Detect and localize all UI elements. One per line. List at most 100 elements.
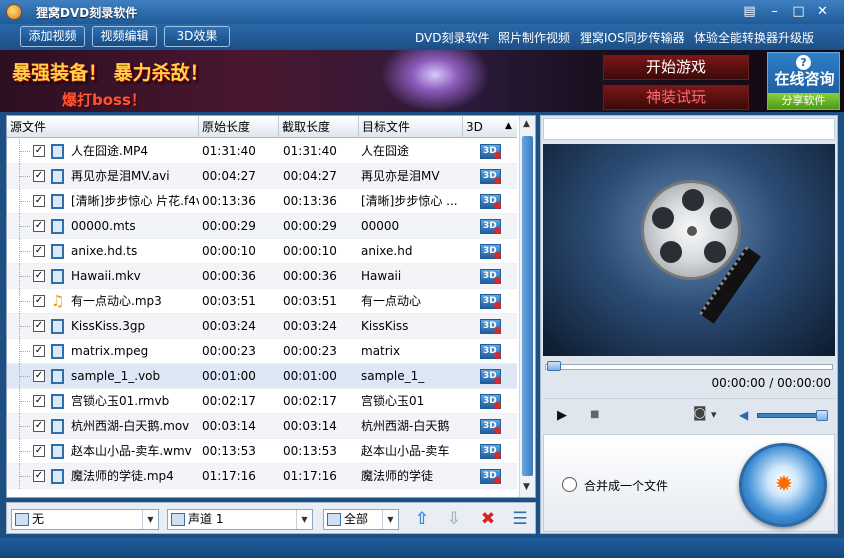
3d-settings-icon[interactable]: 3D [480,244,501,259]
seek-track[interactable] [545,364,833,370]
move-up-icon[interactable]: ⇧ [411,509,433,530]
original-length: 00:04:27 [202,169,256,183]
clear-list-icon[interactable]: ☰ [509,509,531,530]
source-file-name: 00000.mts [71,219,136,233]
share-software-button[interactable]: 分享软件 [768,93,839,109]
row-checkbox[interactable]: ✓ [33,195,45,207]
volume-slider[interactable] [757,410,828,421]
3d-settings-icon[interactable]: 3D [480,219,501,234]
scroll-down-icon[interactable]: ▼ [523,482,530,492]
3d-settings-icon[interactable]: 3D [480,394,501,409]
table-row[interactable]: ✓ 再见亦是泪MV.avi 00:04:27 00:04:27 再见亦是泪MV 3D [7,164,517,189]
row-checkbox[interactable]: ✓ [33,445,45,457]
target-file-name: 再见亦是泪MV [361,169,440,183]
row-checkbox[interactable]: ✓ [33,170,45,182]
row-checkbox[interactable]: ✓ [33,370,45,382]
scroll-up-icon[interactable]: ▲ [523,119,530,129]
stop-icon[interactable]: ■ [590,409,599,420]
table-row[interactable]: ✓ Hawaii.mkv 00:00:36 00:00:36 Hawaii 3D [7,264,517,289]
3d-settings-icon[interactable]: 3D [480,169,501,184]
3d-settings-icon[interactable]: 3D [480,294,501,309]
volume-icon[interactable]: ◀ [739,408,748,422]
row-checkbox[interactable]: ✓ [33,470,45,482]
row-checkbox[interactable]: ✓ [33,220,45,232]
3d-settings-icon[interactable]: 3D [480,319,501,334]
row-checkbox[interactable]: ✓ [33,145,45,157]
cut-length: 00:00:29 [283,219,337,233]
link-ios-sync[interactable]: 狸窝IOS同步传输器 [580,29,685,46]
chevron-down-icon: ▼ [296,510,312,529]
target-file-name: anixe.hd [361,244,413,258]
row-checkbox[interactable]: ✓ [33,320,45,332]
source-file-name: 有一点动心.mp3 [71,294,162,308]
table-row[interactable]: ✓ [清晰]步步惊心 片花.f4v 00:13:36 00:13:36 [清晰]步步惊心… [7,189,517,214]
online-consult-button[interactable]: ? 在线咨询 分享软件 [767,52,840,110]
3d-settings-icon[interactable]: 3D [480,469,501,484]
3d-settings-icon[interactable]: 3D [480,344,501,359]
link-converter-upgrade[interactable]: 体验全能转换器升级版 [694,29,814,46]
3d-settings-icon[interactable]: 3D [480,269,501,284]
table-row[interactable]: ✓ 人在囧途.MP4 01:31:40 01:31:40 人在囧途 3D [7,139,517,164]
row-checkbox[interactable]: ✓ [33,395,45,407]
add-video-button[interactable]: 添加视频 [20,26,85,47]
3d-settings-icon[interactable]: 3D [480,144,501,159]
target-file-name: 有一点动心 [361,294,422,308]
video-preview[interactable] [543,144,835,356]
merge-checkbox[interactable] [562,477,577,492]
maximize-button[interactable]: □ [789,3,808,20]
link-dvd-burner[interactable]: DVD刻录软件 [415,29,489,46]
filter-value: 全部 [344,512,369,526]
move-down-icon[interactable]: ⇩ [443,509,465,530]
start-game-button[interactable]: 开始游戏 [603,55,749,80]
table-row[interactable]: ✓ anixe.hd.ts 00:00:10 00:00:10 anixe.hd 3D [7,239,517,264]
burn-button[interactable]: ✹ [739,443,827,527]
row-checkbox[interactable]: ✓ [33,345,45,357]
column-source-file[interactable]: 源文件 [7,116,199,138]
table-row[interactable]: ✓ 宫锁心玉01.rmvb 00:02:17 00:02:17 宫锁心玉01 3D [7,389,517,414]
video-edit-button[interactable]: 视频编辑 [92,26,157,47]
banner-tagline: 暴强装备！ 暴力杀敌！ [12,62,209,84]
minimize-button[interactable]: – [765,3,784,20]
vertical-scrollbar[interactable]: ▲ ▼ [519,116,535,497]
filter-select[interactable]: 全部 ▼ [323,509,399,530]
table-row[interactable]: ✓ matrix.mpeg 00:00:23 00:00:23 matrix 3D [7,339,517,364]
subtitle-select[interactable]: 无 ▼ [11,509,159,530]
row-checkbox[interactable]: ✓ [33,420,45,432]
table-row[interactable]: ✓ 00000.mts 00:00:29 00:00:29 00000 3D [7,214,517,239]
3d-settings-icon[interactable]: 3D [480,194,501,209]
subtitle-value: 无 [32,512,45,526]
table-row[interactable]: ✓ 赵本山小品-卖车.wmv 00:13:53 00:13:53 赵本山小品-卖车 3D [7,439,517,464]
table-row[interactable]: ✓ 魔法师的学徒.mp4 01:17:16 01:17:16 魔法师的学徒 3D [7,464,517,489]
row-checkbox[interactable]: ✓ [33,245,45,257]
table-row[interactable]: ✓ 杭州西湖-白天鹅.mov 00:03:14 00:03:14 杭州西湖-白天鹅 3D [7,414,517,439]
column-target-file[interactable]: 目标文件 [359,116,463,138]
table-row[interactable]: ✓ ♫ 有一点动心.mp3 00:03:51 00:03:51 有一点动心 3D [7,289,517,314]
snapshot-menu-icon[interactable]: ▾ [711,408,717,421]
close-button[interactable]: ✕ [813,3,832,20]
play-icon[interactable]: ▶ [557,408,567,423]
volume-handle[interactable] [816,410,828,421]
seek-bar[interactable] [545,360,835,374]
source-file-name: 魔法师的学徒.mp4 [71,469,174,483]
table-row[interactable]: ✓ KissKiss.3gp 00:03:24 00:03:24 KissKiss 3D [7,314,517,339]
delete-icon[interactable]: ✖ [477,509,499,530]
original-length: 00:00:36 [202,269,256,283]
gear-trial-button[interactable]: 神装试玩 [603,85,749,110]
3d-settings-icon[interactable]: 3D [480,419,501,434]
row-checkbox[interactable]: ✓ [33,270,45,282]
column-original-length[interactable]: 原始长度 [199,116,279,138]
row-checkbox[interactable]: ✓ [33,295,45,307]
ad-banner[interactable]: 暴强装备！ 暴力杀敌！ 爆打boss！ 开始游戏 神装试玩 [0,50,844,112]
scroll-thumb[interactable] [522,136,533,476]
video-file-icon [51,469,64,484]
seek-handle[interactable] [547,361,561,371]
column-cut-length[interactable]: 截取长度 [279,116,359,138]
3d-settings-icon[interactable]: 3D [480,444,501,459]
audio-track-select[interactable]: 声道 1 ▼ [167,509,313,530]
skin-button[interactable]: ▤ [740,3,759,20]
link-photo-video[interactable]: 照片制作视频 [498,29,570,46]
snapshot-icon[interactable]: ◙ [693,405,707,421]
table-row[interactable]: ✓ sample_1_.vob 00:01:00 00:01:00 sample_1_ 3… [7,364,517,389]
3d-effect-button[interactable]: 3D效果 [164,26,230,47]
3d-settings-icon[interactable]: 3D [480,369,501,384]
